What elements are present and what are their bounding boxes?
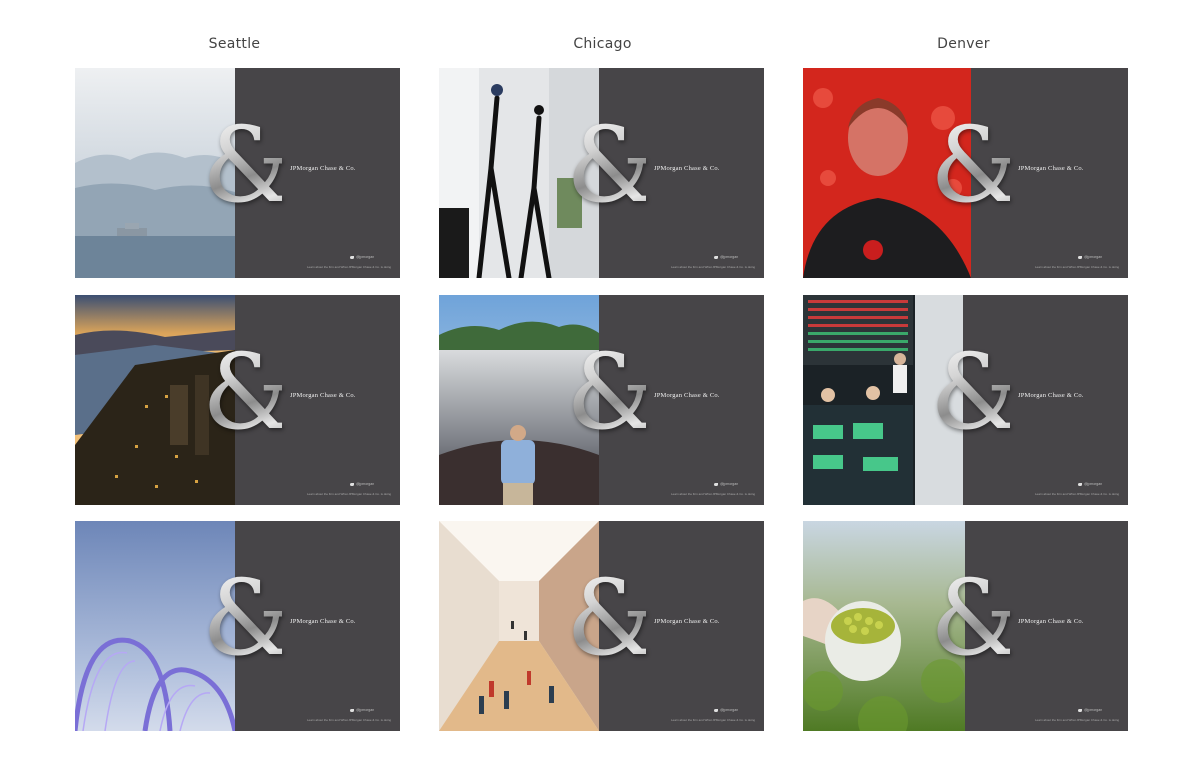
twitter-handle: @jpmorgan — [350, 482, 374, 486]
card-footer: Learn about the firm and What JPMorgan C… — [1035, 492, 1120, 496]
ad-card-denver-1[interactable]: & JPMorgan Chase & Co. @jpmorgan Learn a… — [803, 68, 1128, 278]
twitter-handle-text: @jpmorgan — [356, 482, 375, 486]
ampersand-logo: & — [202, 557, 295, 679]
twitter-icon — [714, 708, 718, 712]
ad-card-chicago-2[interactable]: & JPMorgan Chase & Co. @jpmorgan Learn a… — [439, 295, 764, 505]
card-footer: Learn about the firm and What JPMorgan C… — [307, 265, 392, 269]
twitter-icon — [1078, 255, 1082, 259]
twitter-handle: @jpmorgan — [1078, 708, 1102, 712]
ampersand-logo: & — [566, 331, 659, 453]
twitter-handle: @jpmorgan — [1078, 255, 1102, 259]
twitter-icon — [1078, 482, 1082, 486]
column-title-chicago: Chicago — [573, 36, 632, 52]
ampersand-logo: & — [566, 557, 659, 679]
ampersand-logo: & — [202, 104, 295, 226]
ad-card-chicago-1[interactable]: & JPMorgan Chase & Co. @jpmorgan Learn a… — [439, 68, 764, 278]
ampersand-logo: & — [930, 557, 1023, 679]
card-footer: Learn about the firm and What JPMorgan C… — [307, 718, 392, 722]
twitter-handle-text: @jpmorgan — [1084, 255, 1103, 259]
brand-wordmark: JPMorgan Chase & Co. — [290, 618, 356, 625]
ampersand-logo: & — [566, 104, 659, 226]
card-footer: Learn about the firm and What JPMorgan C… — [671, 492, 756, 496]
card-footer: Learn about the firm and What JPMorgan C… — [307, 492, 392, 496]
twitter-icon — [350, 482, 354, 486]
ad-card-seattle-2[interactable]: & JPMorgan Chase & Co. @jpmorgan Learn a… — [75, 295, 400, 505]
ampersand-logo: & — [202, 331, 295, 453]
twitter-handle-text: @jpmorgan — [1084, 708, 1103, 712]
twitter-handle: @jpmorgan — [714, 255, 738, 259]
twitter-handle-text: @jpmorgan — [720, 482, 739, 486]
twitter-handle-text: @jpmorgan — [1084, 482, 1103, 486]
brand-wordmark: JPMorgan Chase & Co. — [654, 165, 720, 172]
ad-card-denver-3[interactable]: & JPMorgan Chase & Co. @jpmorgan Learn a… — [803, 521, 1128, 731]
ad-card-seattle-3[interactable]: & JPMorgan Chase & Co. @jpmorgan Learn a… — [75, 521, 400, 731]
twitter-handle: @jpmorgan — [1078, 482, 1102, 486]
twitter-handle: @jpmorgan — [714, 482, 738, 486]
twitter-icon — [350, 255, 354, 259]
card-footer: Learn about the firm and What JPMorgan C… — [1035, 718, 1120, 722]
ad-card-seattle-1[interactable]: & JPMorgan Chase & Co. @jpmorgan Learn a… — [75, 68, 400, 278]
brand-wordmark: JPMorgan Chase & Co. — [1018, 618, 1084, 625]
twitter-icon — [1078, 708, 1082, 712]
brand-wordmark: JPMorgan Chase & Co. — [1018, 165, 1084, 172]
column-title-denver: Denver — [937, 36, 990, 52]
twitter-icon — [714, 482, 718, 486]
card-footer: Learn about the firm and What JPMorgan C… — [671, 718, 756, 722]
brand-wordmark: JPMorgan Chase & Co. — [654, 392, 720, 399]
brand-wordmark: JPMorgan Chase & Co. — [1018, 392, 1084, 399]
brand-wordmark: JPMorgan Chase & Co. — [290, 392, 356, 399]
brand-wordmark: JPMorgan Chase & Co. — [654, 618, 720, 625]
ampersand-logo: & — [930, 104, 1023, 226]
ad-card-chicago-3[interactable]: & JPMorgan Chase & Co. @jpmorgan Learn a… — [439, 521, 764, 731]
ampersand-logo: & — [930, 331, 1023, 453]
twitter-handle-text: @jpmorgan — [356, 255, 375, 259]
twitter-icon — [714, 255, 718, 259]
twitter-handle: @jpmorgan — [350, 255, 374, 259]
card-footer: Learn about the firm and What JPMorgan C… — [1035, 265, 1120, 269]
brand-wordmark: JPMorgan Chase & Co. — [290, 165, 356, 172]
twitter-handle-text: @jpmorgan — [720, 255, 739, 259]
column-title-seattle: Seattle — [208, 36, 261, 52]
twitter-icon — [350, 708, 354, 712]
twitter-handle: @jpmorgan — [350, 708, 374, 712]
ad-card-denver-2[interactable]: & JPMorgan Chase & Co. @jpmorgan Learn a… — [803, 295, 1128, 505]
card-footer: Learn about the firm and What JPMorgan C… — [671, 265, 756, 269]
twitter-handle: @jpmorgan — [714, 708, 738, 712]
twitter-handle-text: @jpmorgan — [720, 708, 739, 712]
twitter-handle-text: @jpmorgan — [356, 708, 375, 712]
